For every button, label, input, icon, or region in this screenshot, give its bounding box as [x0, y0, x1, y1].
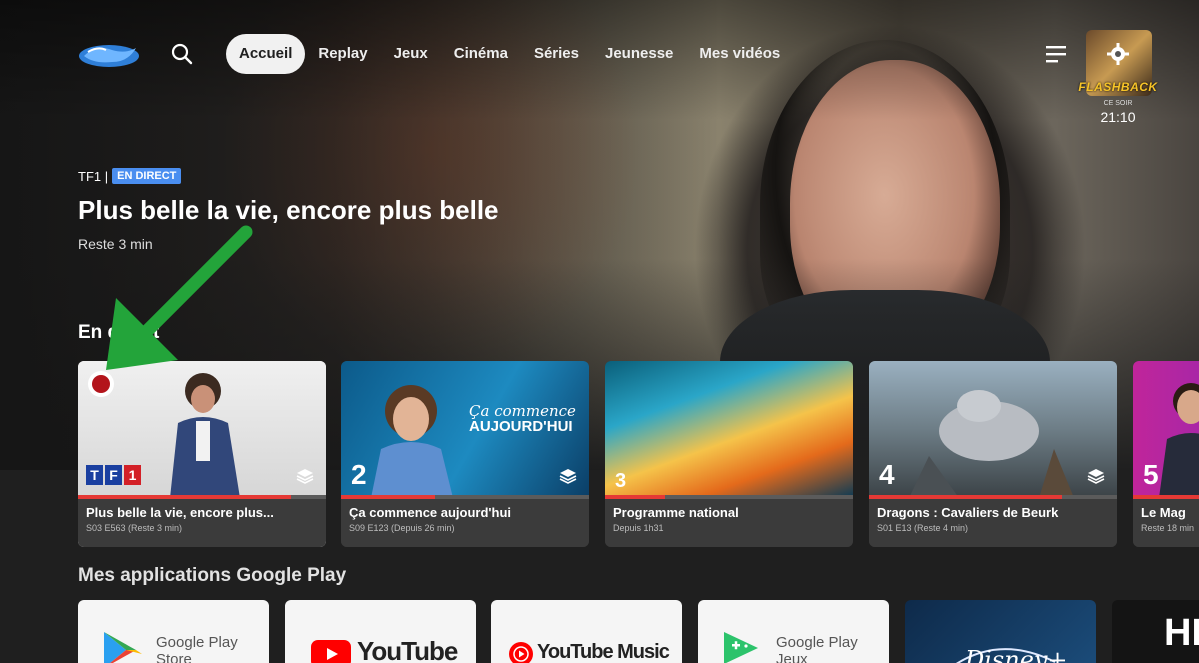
- channel-number: 3: [615, 470, 627, 492]
- nav-item-series[interactable]: Séries: [521, 34, 592, 74]
- app-disney-plus[interactable]: Disney+: [905, 600, 1096, 663]
- app-label: HBO: [1164, 612, 1199, 654]
- app-label: Google Play Jeux: [776, 634, 858, 663]
- youtube-icon: [311, 640, 351, 663]
- card-title: Le Mag: [1141, 505, 1186, 520]
- promo-time: 21:10: [1100, 109, 1136, 125]
- top-bar: Accueil Replay Jeux Cinéma Séries Jeunes…: [0, 0, 1199, 125]
- nav-item-cinema[interactable]: Cinéma: [441, 34, 521, 74]
- channel-logo-icon[interactable]: [78, 40, 140, 70]
- card-thumbnail: 4: [869, 361, 1117, 498]
- live-card-france2[interactable]: Ça commence AUJOURD'HUI 2 Ça commence au…: [341, 361, 589, 547]
- live-card-france4[interactable]: 4 Dragons : Cavaliers de Beurk S01 E13 (…: [869, 361, 1117, 547]
- card-title: Dragons : Cavaliers de Beurk: [877, 505, 1059, 520]
- app-label: YouTube: [357, 636, 458, 663]
- play-store-icon: [104, 632, 142, 663]
- hero-meta: TF1 | EN DIRECT: [78, 168, 182, 184]
- nav-item-jeunesse[interactable]: Jeunesse: [592, 34, 686, 74]
- live-card-france3[interactable]: 3 Programme national Depuis 1h31: [605, 361, 853, 547]
- nav-item-jeux[interactable]: Jeux: [381, 34, 441, 74]
- nav-item-mes-videos[interactable]: Mes vidéos: [686, 34, 793, 74]
- card-subtitle: Reste 18 min: [1141, 523, 1195, 533]
- live-badge: EN DIRECT: [112, 168, 182, 184]
- card-subtitle: S09 E123 (Depuis 26 min): [349, 523, 455, 533]
- app-google-play-jeux[interactable]: Google Play Jeux: [698, 600, 889, 663]
- menu-icon[interactable]: [1046, 44, 1068, 64]
- live-card-france5[interactable]: 5 Le Mag Reste 18 min: [1133, 361, 1199, 547]
- hero-channel: TF1 |: [78, 168, 109, 184]
- app-google-play-store[interactable]: Google Play Store: [78, 600, 269, 663]
- dragon-illustration-icon: [909, 390, 1074, 498]
- search-icon[interactable]: [170, 42, 194, 66]
- program-overlay-title: Ça commence AUJOURD'HUI: [469, 403, 576, 435]
- overlay-line-2: AUJOURD'HUI: [469, 418, 573, 435]
- card-info: Programme national Depuis 1h31: [605, 499, 853, 547]
- promo-title: FLASHBACK: [1078, 80, 1158, 94]
- youtube-music-icon: [509, 642, 533, 663]
- card-title: Ça commence aujourd'hui: [349, 505, 512, 520]
- promo-tile[interactable]: FLASHBACK CE SOIR 21:10: [1072, 22, 1164, 130]
- card-info: Le Mag Reste 18 min: [1133, 499, 1199, 547]
- gear-icon[interactable]: [1106, 42, 1130, 66]
- card-thumbnail: Ça commence AUJOURD'HUI 2: [341, 361, 589, 498]
- svg-text:T: T: [90, 467, 99, 483]
- disney-logo-icon: Disney+: [956, 646, 1065, 663]
- svg-text:F: F: [109, 467, 118, 483]
- apps-section-title: Mes applications Google Play: [78, 565, 347, 586]
- card-subtitle: S01 E13 (Reste 4 min): [877, 523, 969, 533]
- card-info: Ça commence aujourd'hui S09 E123 (Depuis…: [341, 499, 589, 547]
- svg-text:1: 1: [129, 467, 137, 483]
- apps-row: Google Play Store YouTube YouTube Music …: [78, 600, 1199, 663]
- nav-item-replay[interactable]: Replay: [305, 34, 380, 74]
- card-title: Programme national: [613, 505, 739, 520]
- channel-number: 2: [351, 459, 367, 490]
- nav-item-accueil[interactable]: Accueil: [226, 34, 306, 74]
- app-youtube[interactable]: YouTube: [285, 600, 476, 663]
- card-info: Dragons : Cavaliers de Beurk S01 E13 (Re…: [869, 499, 1117, 547]
- overlay-line-1: Ça commence: [469, 402, 576, 420]
- channel-number: 5: [1143, 459, 1159, 490]
- promo-subtitle: CE SOIR: [1103, 100, 1133, 107]
- card-title: Plus belle la vie, encore plus...: [86, 505, 274, 520]
- channel-number: 4: [879, 459, 895, 490]
- disney-logo-text: Disney+: [964, 646, 1065, 663]
- annotation-arrow-icon: [106, 225, 253, 370]
- layers-icon: [559, 469, 577, 484]
- card-thumbnail: 5: [1133, 361, 1199, 498]
- card-subtitle: Depuis 1h31: [613, 523, 664, 533]
- layers-icon: [1087, 469, 1105, 484]
- app-label: Google Play Store: [156, 634, 238, 663]
- layers-icon: [296, 469, 314, 484]
- card-info: Plus belle la vie, encore plus... S03 E5…: [78, 499, 326, 547]
- app-youtube-music[interactable]: YouTube Music: [491, 600, 682, 663]
- main-nav: Accueil Replay Jeux Cinéma Séries Jeunes…: [226, 34, 793, 74]
- tf1-logo-icon: T F 1: [86, 465, 141, 485]
- app-hbo[interactable]: HBO: [1112, 600, 1199, 663]
- app-label: YouTube Music: [537, 641, 670, 663]
- card-subtitle: S03 E563 (Reste 3 min): [86, 523, 183, 533]
- play-games-icon: [724, 632, 758, 663]
- card-thumbnail: 3: [605, 361, 853, 498]
